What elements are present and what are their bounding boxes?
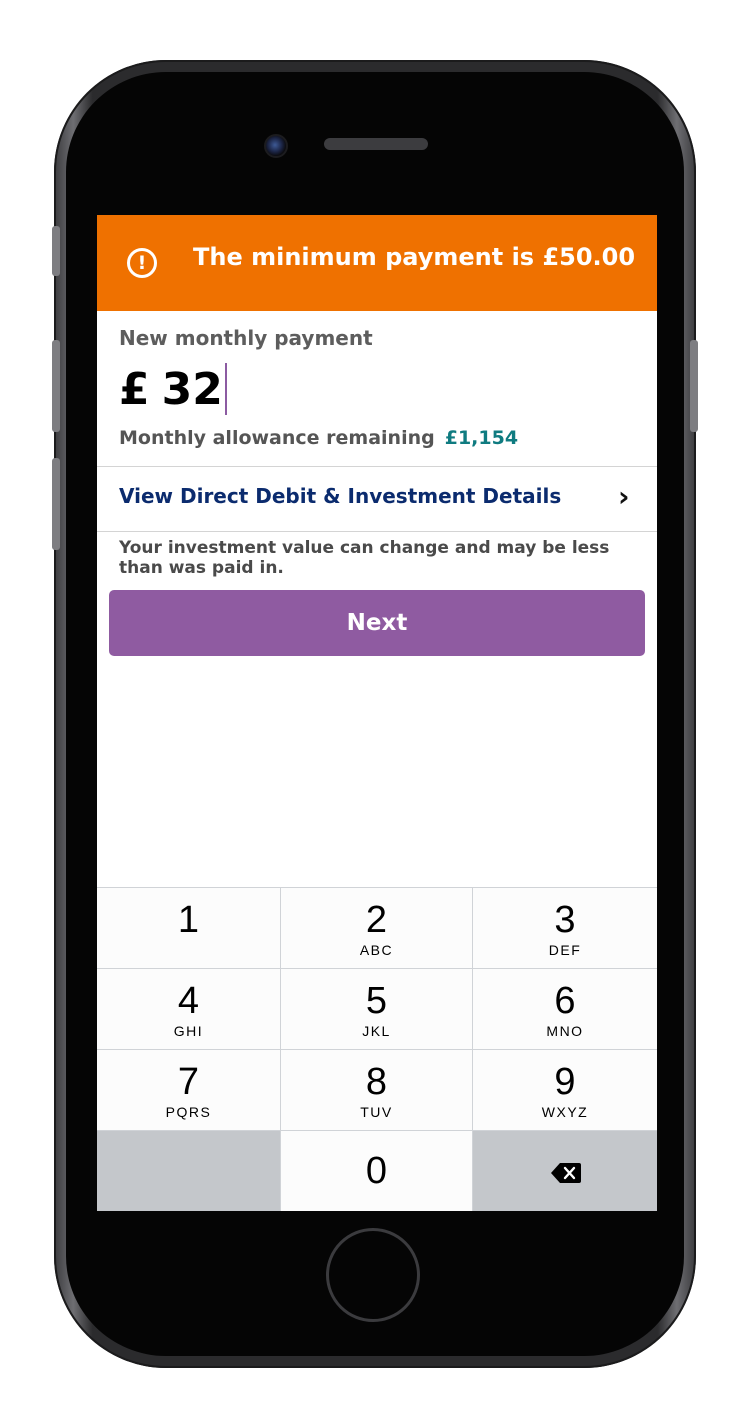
minimum-payment-alert: ! The minimum payment is £50.00 (97, 215, 657, 311)
key-0[interactable]: 0 (281, 1131, 472, 1211)
earpiece-speaker (324, 138, 428, 150)
next-button[interactable]: Next (109, 590, 645, 656)
text-cursor (224, 363, 227, 415)
investment-disclaimer: Your investment value can change and may… (119, 538, 610, 578)
key-4[interactable]: 4 GHI (97, 969, 280, 1049)
alert-message: The minimum payment is £50.00 (193, 243, 636, 271)
backspace-key[interactable] (473, 1131, 657, 1211)
numeric-keypad: 1 2 ABC 3 DEF 4 GHI 5 JKL 6 MNO 7 PQRS 8 (97, 887, 657, 1211)
key-letters: ABC (359, 942, 394, 958)
key-9[interactable]: 9 WXYZ (473, 1050, 657, 1130)
key-3[interactable]: 3 DEF (473, 888, 657, 968)
key-2[interactable]: 2 ABC (281, 888, 472, 968)
allowance-label: Monthly allowance remaining (119, 427, 435, 449)
key-8[interactable]: 8 TUV (281, 1050, 472, 1130)
volume-down-button (52, 458, 60, 550)
key-1[interactable]: 1 (97, 888, 280, 968)
key-5[interactable]: 5 JKL (281, 969, 472, 1049)
key-digit: 9 (554, 1061, 576, 1103)
allowance-info: Monthly allowance remaining £1,154 (119, 427, 518, 449)
key-digit: 5 (365, 980, 388, 1022)
allowance-value: £1,154 (444, 427, 519, 449)
key-digit: 6 (554, 980, 576, 1022)
key-digit: 8 (365, 1061, 388, 1103)
view-details-link[interactable]: View Direct Debit & Investment Details › (97, 467, 657, 531)
key-letters: DEF (548, 942, 582, 958)
key-digit: 2 (365, 899, 388, 941)
exclamation-circle-icon: ! (127, 248, 157, 278)
key-blank (97, 1131, 280, 1211)
payment-field-label: New monthly payment (119, 326, 373, 350)
chevron-right-icon: › (618, 480, 630, 513)
volume-up-button (52, 340, 60, 432)
key-letters: PQRS (165, 1104, 212, 1120)
key-letters: GHI (173, 1023, 204, 1039)
key-digit: 3 (554, 899, 576, 941)
backspace-icon (551, 1163, 581, 1183)
app-screen: ! The minimum payment is £50.00 New mont… (97, 215, 657, 1211)
payment-amount-value[interactable]: 32 (162, 364, 223, 415)
front-camera (264, 134, 288, 158)
key-6[interactable]: 6 MNO (473, 969, 657, 1049)
payment-amount-input[interactable]: £ 32 (119, 361, 227, 417)
mute-switch (52, 226, 60, 276)
view-details-label: View Direct Debit & Investment Details (119, 484, 562, 508)
key-letters: TUV (360, 1104, 393, 1120)
key-digit: 1 (177, 899, 200, 941)
power-button (690, 340, 698, 432)
key-digit: 7 (177, 1061, 200, 1103)
key-digit: 0 (365, 1150, 388, 1192)
key-digit: 4 (177, 980, 200, 1022)
divider-bottom (97, 531, 657, 532)
currency-symbol: £ (119, 363, 150, 415)
key-letters: JKL (362, 1023, 391, 1039)
key-letters: MNO (546, 1023, 584, 1039)
key-7[interactable]: 7 PQRS (97, 1050, 280, 1130)
home-button[interactable] (326, 1228, 420, 1322)
key-letters: WXYZ (541, 1104, 589, 1120)
